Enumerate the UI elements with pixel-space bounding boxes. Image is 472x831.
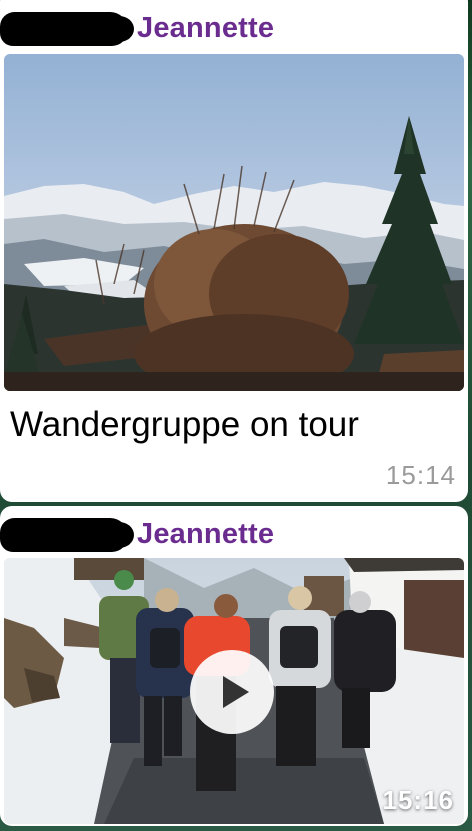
play-icon [223, 676, 249, 708]
play-button[interactable] [190, 650, 274, 734]
message-bubble[interactable]: Jeannette [0, 506, 468, 826]
redacted-sender-number [0, 518, 134, 552]
photo-image [4, 54, 464, 391]
message-bubble[interactable]: Jeannette [0, 0, 468, 502]
redacted-sender-number [0, 12, 134, 46]
message-video[interactable]: 15:16 [4, 558, 464, 824]
sender-name[interactable]: Jeannette [137, 518, 274, 551]
sender-row: Jeannette [0, 506, 468, 558]
message-photo[interactable] [4, 54, 464, 391]
message-timestamp: 15:14 [385, 460, 456, 490]
sender-row: Jeannette [0, 0, 468, 52]
sender-name[interactable]: Jeannette [137, 12, 274, 45]
message-timestamp: 15:16 [382, 785, 454, 815]
message-caption: Wandergruppe on tour [10, 405, 359, 444]
